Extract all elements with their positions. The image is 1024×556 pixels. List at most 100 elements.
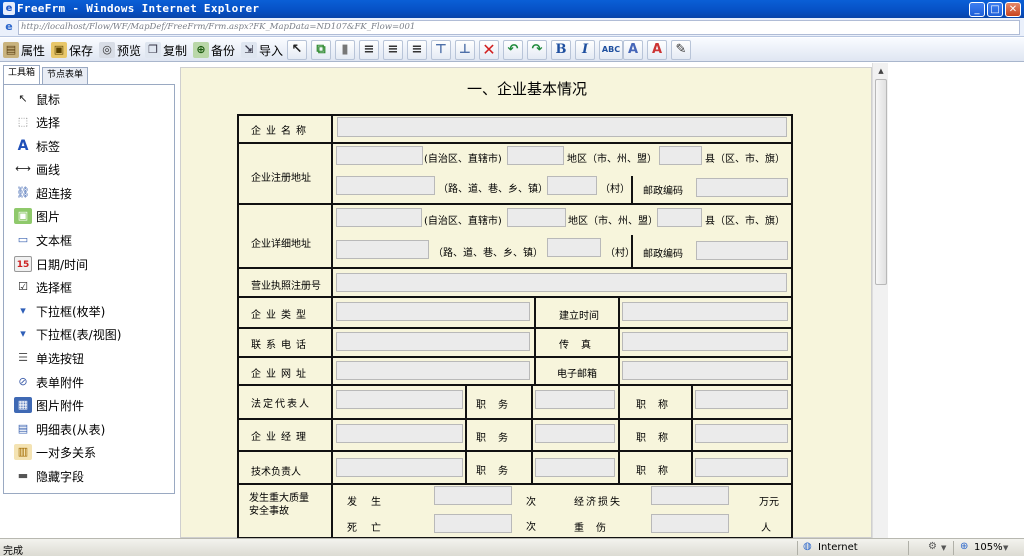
close-button[interactable]: ✕ — [1005, 2, 1021, 17]
detail-city-input[interactable] — [507, 208, 566, 227]
website-input[interactable] — [336, 361, 530, 380]
detail-county-input[interactable] — [657, 208, 702, 227]
phone-input[interactable] — [336, 332, 530, 351]
globe-icon: ◍ — [803, 541, 812, 552]
manager-position-input[interactable] — [535, 424, 615, 443]
cursor-icon: ↖ — [18, 92, 28, 105]
label-district-2: 地区（市、州、盟） — [568, 216, 658, 227]
copy-format-icon[interactable]: ⧉ — [311, 40, 331, 60]
zoom-chevron-icon[interactable]: ▼ — [1003, 544, 1008, 552]
scroll-up-icon[interactable]: ▲ — [875, 65, 887, 77]
legal-rep-input[interactable] — [336, 390, 463, 409]
bold-icon[interactable]: B — [551, 40, 571, 60]
checkbox-icon: ☑ — [18, 280, 28, 293]
tech-lead-input[interactable] — [336, 458, 463, 477]
undo-icon[interactable]: ↶ — [503, 40, 523, 60]
protected-mode-icon[interactable]: ⚙ — [928, 541, 937, 552]
font-color-icon[interactable]: A — [623, 40, 643, 60]
preview-button[interactable]: ◎ 预览 — [99, 39, 141, 61]
import-button[interactable]: ⇲ 导入 — [241, 39, 283, 61]
detail-province-input[interactable] — [336, 208, 422, 227]
zoom-level[interactable]: 105% — [974, 542, 1003, 553]
license-input[interactable] — [336, 273, 787, 292]
align-right-icon[interactable]: ≡ — [407, 40, 427, 60]
tool-hidden-field[interactable]: ▬ 隐藏字段 — [14, 466, 84, 486]
injury-count-input[interactable] — [651, 514, 729, 533]
copy-button[interactable]: ❐ 复制 — [145, 39, 187, 61]
tool-image[interactable]: ▣ 图片 — [14, 206, 60, 226]
email-input[interactable] — [622, 361, 788, 380]
italic-icon[interactable]: I — [575, 40, 595, 60]
label-website: 企业网址 — [251, 369, 311, 380]
label-road: （路、道、巷、乡、镇） — [438, 184, 548, 195]
tool-textbox[interactable]: ▭ 文本框 — [14, 230, 72, 250]
tool-image-attachment[interactable]: ▦ 图片附件 — [14, 395, 84, 415]
reg-county-input[interactable] — [659, 146, 702, 165]
settings-icon[interactable]: ✎ — [671, 40, 691, 60]
minimize-button[interactable]: _ — [969, 2, 985, 17]
tool-radio[interactable]: ☰ 单选按钮 — [14, 348, 84, 368]
reg-postcode-input[interactable] — [696, 178, 788, 197]
manager-title-input[interactable] — [695, 424, 788, 443]
company-name-input[interactable] — [337, 117, 787, 137]
detail-village-input[interactable] — [547, 238, 601, 257]
align-bottom-icon[interactable]: ⊥ — [455, 40, 475, 60]
tool-label[interactable]: A 标签 — [14, 136, 60, 156]
tool-mouse[interactable]: ↖ 鼠标 — [14, 89, 60, 109]
tool-attachment[interactable]: ⊘ 表单附件 — [14, 372, 84, 392]
accident-count-input[interactable] — [434, 486, 512, 505]
fax-input[interactable] — [622, 332, 788, 351]
reg-province-input[interactable] — [336, 146, 423, 165]
form-sheet: 一、企业基本情况 企业名称 企业注册地址 (自治区、直辖市) 地区（市、州、盟）… — [180, 67, 872, 539]
redo-icon[interactable]: ↷ — [527, 40, 547, 60]
legal-rep-title-input[interactable] — [695, 390, 788, 409]
tool-checkbox[interactable]: ☑ 选择框 — [14, 277, 72, 297]
tool-dropdown-table[interactable]: ▾ 下拉框(表/视图) — [14, 324, 121, 344]
company-type-input[interactable] — [336, 302, 530, 321]
one-to-many-icon: ▥ — [14, 444, 32, 460]
tab-toolbox[interactable]: 工具箱 — [3, 65, 40, 84]
established-input[interactable] — [622, 302, 788, 321]
properties-button[interactable]: ▤ 属性 — [3, 39, 45, 61]
detail-road-input[interactable] — [336, 240, 429, 259]
paste-format-icon[interactable]: ▮ — [335, 40, 355, 60]
tool-link[interactable]: ⛓ 超连接 — [14, 183, 72, 203]
maximize-button[interactable]: □ — [987, 2, 1003, 17]
reg-city-input[interactable] — [507, 146, 564, 165]
align-left-icon[interactable]: ≡ — [359, 40, 379, 60]
label-occur: 发生 — [347, 497, 395, 508]
econ-loss-input[interactable] — [651, 486, 729, 505]
tech-lead-position-input[interactable] — [535, 458, 615, 477]
tool-select[interactable]: ⬚ 选择 — [14, 112, 60, 132]
align-top-icon[interactable]: ⊤ — [431, 40, 451, 60]
reg-road-input[interactable] — [336, 176, 435, 195]
legal-rep-position-input[interactable] — [535, 390, 615, 409]
chevron-down-icon[interactable]: ▼ — [941, 544, 946, 552]
image-icon: ▣ — [14, 208, 32, 224]
manager-input[interactable] — [336, 424, 463, 443]
backup-button[interactable]: ⊕ 备份 — [193, 39, 235, 61]
tool-line[interactable]: ⟷ 画线 — [14, 159, 60, 179]
tab-node-form[interactable]: 节点表单 — [42, 67, 88, 84]
grid-line — [237, 203, 791, 205]
vertical-scrollbar[interactable]: ▲ — [872, 63, 888, 538]
url-field[interactable]: http://localhost/Flow/WF/MapDef/FreeFrm/… — [18, 20, 1020, 35]
reg-village-input[interactable] — [547, 176, 597, 195]
font-icon[interactable]: ABC — [599, 40, 623, 60]
delete-icon[interactable]: ✕ — [479, 40, 499, 60]
grid-line — [237, 142, 791, 144]
tool-one-to-many[interactable]: ▥ 一对多关系 — [14, 442, 96, 462]
align-center-icon[interactable]: ≡ — [383, 40, 403, 60]
status-bar: 完成 ◍ Internet ⚙ ▼ ⊕ 105% ▼ — [0, 538, 1024, 556]
pointer-icon[interactable]: ↖ — [287, 40, 307, 60]
tech-lead-title-input[interactable] — [695, 458, 788, 477]
death-count-input[interactable] — [434, 514, 512, 533]
tool-detail-table[interactable]: ▤ 明细表(从表) — [14, 419, 106, 439]
tool-datetime[interactable]: 15 日期/时间 — [14, 254, 88, 274]
tool-dropdown-enum[interactable]: ▾ 下拉框(枚举) — [14, 301, 105, 321]
fill-color-icon[interactable]: A — [647, 40, 667, 60]
scrollbar-thumb[interactable] — [875, 79, 887, 285]
detail-postcode-input[interactable] — [696, 241, 788, 260]
designer-toolbar: ▤ 属性 ▣ 保存 ◎ 预览 ❐ 复制 ⊕ 备份 ⇲ 导入 ↖ ⧉ ▮ ≡ ≡ … — [0, 38, 1024, 62]
save-button[interactable]: ▣ 保存 — [51, 39, 93, 61]
